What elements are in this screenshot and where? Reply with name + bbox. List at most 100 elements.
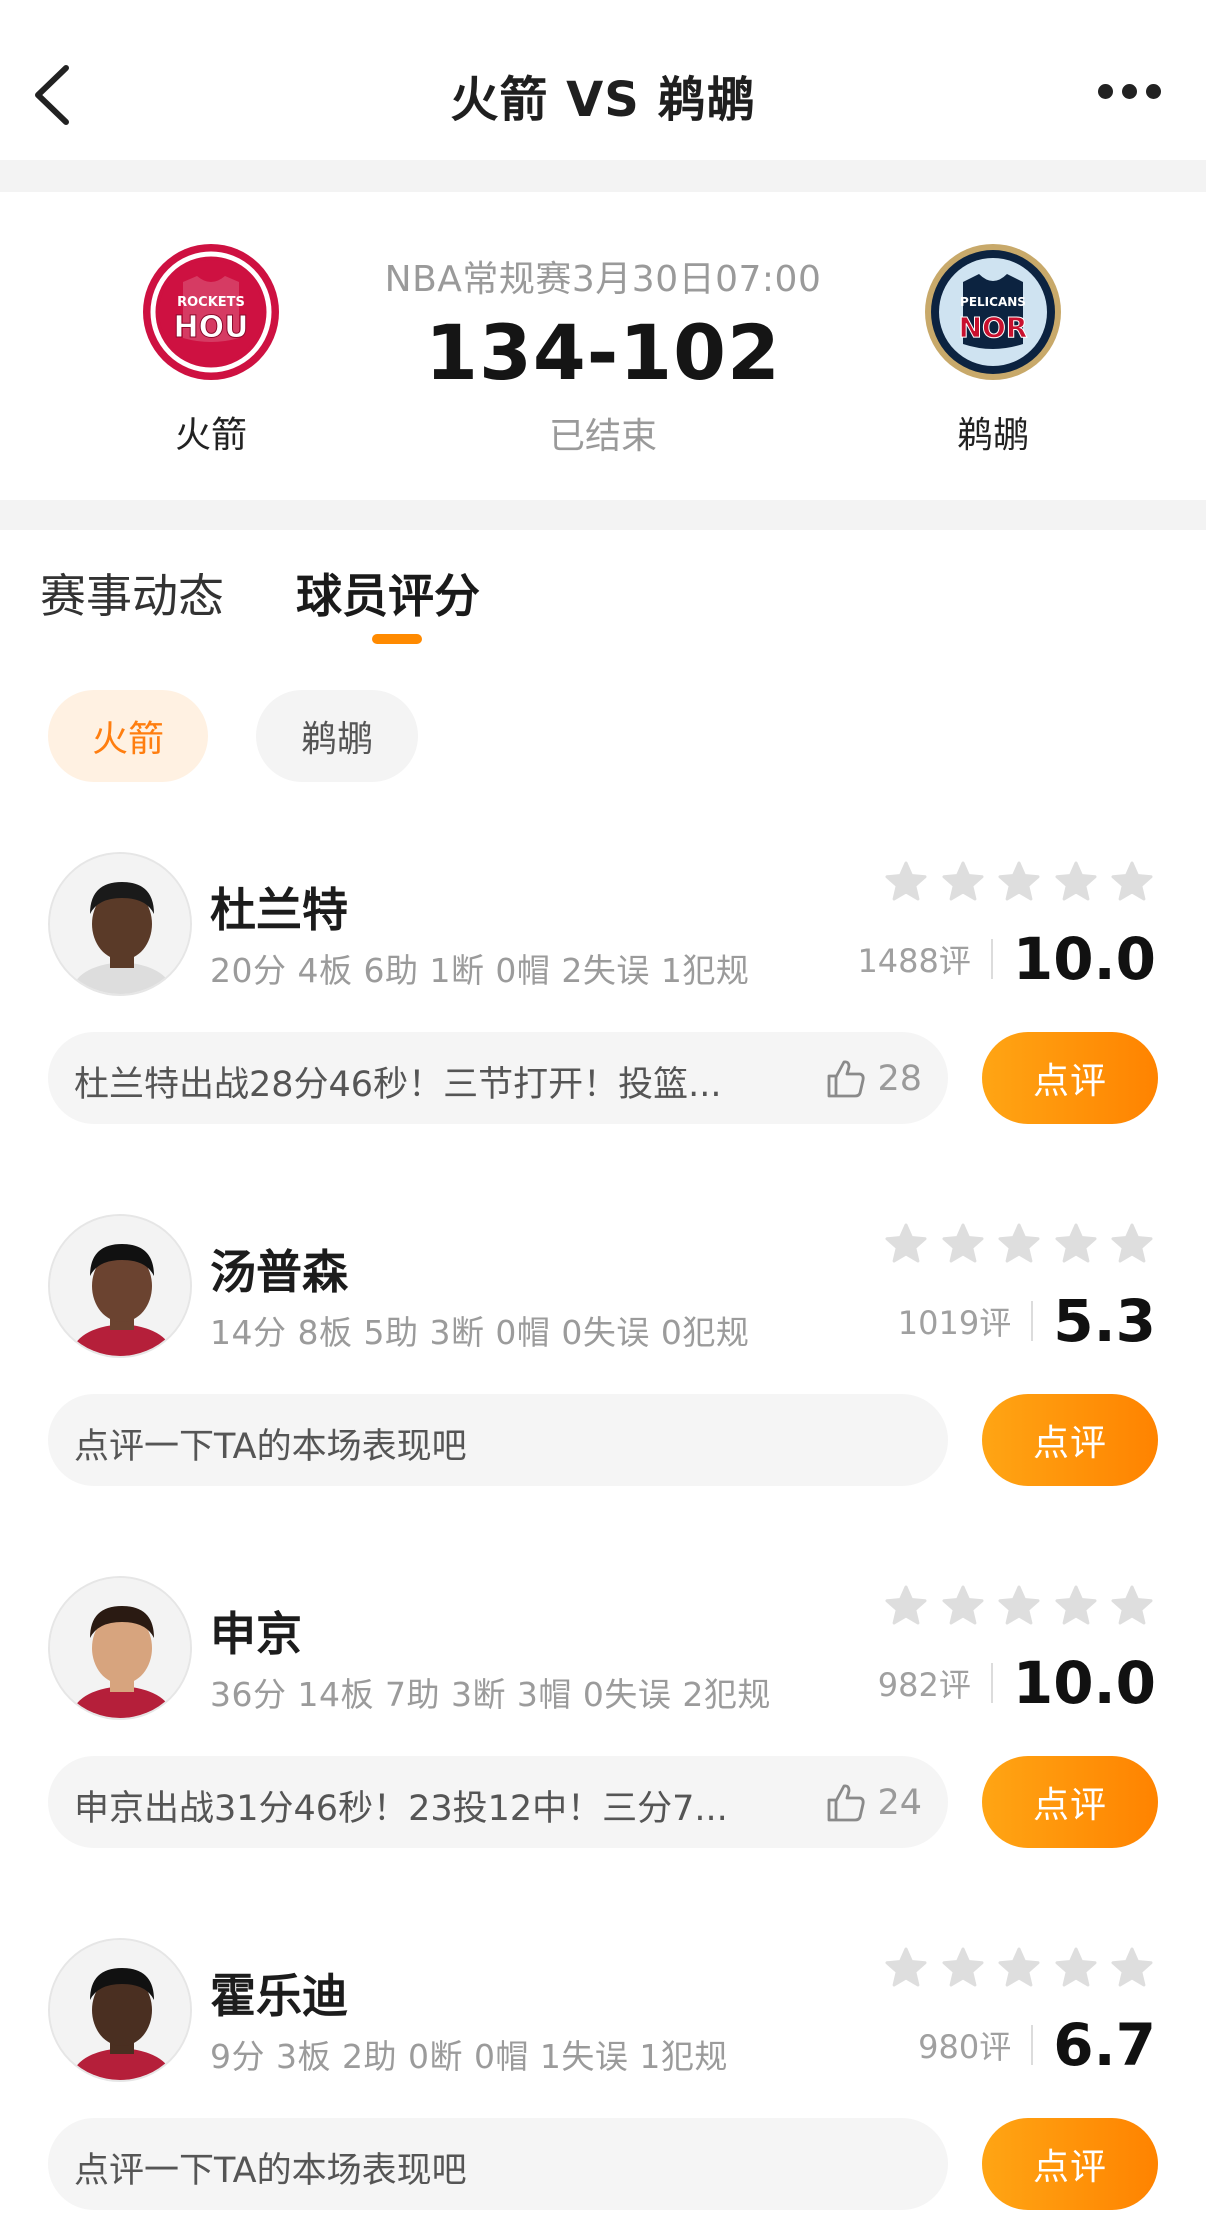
comment-text: 申京出战31分46秒！23投12中！三分7... xyxy=(74,1789,728,1829)
match-info: NBA常规赛3月30日07:00 134-102 已结束 xyxy=(350,250,856,459)
rating-score: 10.0 xyxy=(1012,925,1156,993)
player-name[interactable]: 霍乐迪 xyxy=(210,1960,348,2026)
star-icon[interactable] xyxy=(1110,1584,1154,1628)
comment-text: 杜兰特出战28分46秒！三节打开！投篮... xyxy=(74,1065,722,1105)
page-title: 火箭 VS 鹈鹕 xyxy=(450,72,756,128)
divider xyxy=(1031,1301,1034,1341)
away-team[interactable]: PELICANS NOR 鹈鹕 xyxy=(918,242,1068,458)
svg-text:NOR: NOR xyxy=(959,311,1028,344)
rating-score: 6.7 xyxy=(1053,2011,1156,2079)
match-status: 已结束 xyxy=(548,416,657,457)
player-card: 汤普森 14分 8板 5助 3断 0帽 0失误 0犯规 1019评 5.3 点评一下TA… xyxy=(0,1214,1206,1544)
tab-match-feed[interactable]: 赛事动态 xyxy=(40,560,224,626)
match-meta: NBA常规赛3月30日07:00 xyxy=(384,259,822,300)
active-tab-indicator xyxy=(372,634,422,644)
rating-count: 982评 xyxy=(877,1666,971,1704)
star-icon[interactable] xyxy=(997,860,1041,904)
player-stats: 14分 8板 5助 3断 0帽 0失误 0犯规 xyxy=(210,1313,750,1352)
star-icon[interactable] xyxy=(997,1584,1041,1628)
rating-summary: 980评 6.7 xyxy=(918,2010,1156,2080)
like-count: 28 xyxy=(877,1059,922,1099)
star-icon[interactable] xyxy=(997,1222,1041,1266)
star-icon[interactable] xyxy=(1054,860,1098,904)
player-avatar[interactable] xyxy=(48,1576,192,1720)
star-icon[interactable] xyxy=(997,1946,1041,1990)
star-icon[interactable] xyxy=(1054,1584,1098,1628)
filter-chip-pelicans[interactable]: 鹈鹕 xyxy=(256,690,418,782)
star-rating[interactable] xyxy=(884,1222,1154,1266)
player-stats: 9分 3板 2助 0断 0帽 1失误 1犯规 xyxy=(210,2037,728,2076)
player-name[interactable]: 汤普森 xyxy=(210,1236,348,1302)
divider xyxy=(990,1663,993,1703)
divider xyxy=(1031,2025,1034,2065)
tab-player-rating[interactable]: 球员评分 xyxy=(296,560,480,626)
star-rating[interactable] xyxy=(884,860,1154,904)
svg-text:ROCKETS: ROCKETS xyxy=(177,295,245,310)
player-card: 申京 36分 14板 7助 3断 3帽 0失误 2犯规 982评 10.0 申京出战31… xyxy=(0,1576,1206,1906)
more-dots-icon[interactable] xyxy=(1098,84,1162,102)
rating-count: 1019评 xyxy=(897,1304,1012,1342)
review-button[interactable]: 点评 xyxy=(982,1394,1158,1486)
player-avatar[interactable] xyxy=(48,852,192,996)
like-button[interactable]: 24 xyxy=(823,1780,922,1826)
rating-summary: 982评 10.0 xyxy=(878,1648,1156,1718)
like-button[interactable]: 28 xyxy=(823,1056,922,1102)
star-icon[interactable] xyxy=(941,1222,985,1266)
review-button[interactable]: 点评 xyxy=(982,2118,1158,2210)
top-comment[interactable]: 杜兰特出战28分46秒！三节打开！投篮... 28 xyxy=(48,1032,948,1124)
rating-score: 5.3 xyxy=(1053,1287,1156,1355)
rating-summary: 1488评 10.0 xyxy=(857,924,1156,994)
thumbs-up-icon xyxy=(828,1060,866,1098)
star-icon[interactable] xyxy=(941,1584,985,1628)
review-button[interactable]: 点评 xyxy=(982,1032,1158,1124)
player-card: 杜兰特 20分 4板 6助 1断 0帽 2失误 1犯规 1488评 10.0 杜兰特出战… xyxy=(0,852,1206,1182)
divider xyxy=(990,939,993,979)
top-comment[interactable]: 申京出战31分46秒！23投12中！三分7... 24 xyxy=(48,1756,948,1848)
pelicans-logo: PELICANS NOR xyxy=(925,244,1061,380)
star-icon[interactable] xyxy=(1110,1222,1154,1266)
rating-count: 1488评 xyxy=(857,942,971,980)
star-rating[interactable] xyxy=(884,1946,1154,1990)
home-team[interactable]: ROCKETS HOU 火箭 xyxy=(136,242,286,458)
comment-text: 点评一下TA的本场表现吧 xyxy=(74,2151,467,2191)
star-icon[interactable] xyxy=(1110,1946,1154,1990)
player-rating-page: 火箭 VS 鹈鹕 ROCKETS HOU 火箭 NBA常规赛3月30日07:00… xyxy=(0,0,1206,2216)
rating-score: 10.0 xyxy=(1012,1649,1156,1717)
top-nav-bar: 火箭 VS 鹈鹕 xyxy=(0,0,1206,160)
star-icon[interactable] xyxy=(884,1222,928,1266)
star-icon[interactable] xyxy=(1054,1222,1098,1266)
star-icon[interactable] xyxy=(1110,860,1154,904)
divider xyxy=(0,160,1206,192)
like-count: 24 xyxy=(877,1783,922,1823)
star-icon[interactable] xyxy=(884,1584,928,1628)
star-icon[interactable] xyxy=(941,860,985,904)
player-avatar[interactable] xyxy=(48,1938,192,2082)
away-team-name: 鹈鹕 xyxy=(956,415,1029,456)
rating-count: 980评 xyxy=(918,2028,1012,2066)
divider xyxy=(0,500,1206,530)
player-name[interactable]: 杜兰特 xyxy=(210,874,348,940)
match-score: 134-102 xyxy=(425,308,781,397)
player-stats: 20分 4板 6助 1断 0帽 2失误 1犯规 xyxy=(210,951,750,990)
filter-chip-rockets[interactable]: 火箭 xyxy=(48,690,208,782)
review-button[interactable]: 点评 xyxy=(982,1756,1158,1848)
tab-bar: 赛事动态 球员评分 xyxy=(0,530,1206,650)
star-rating[interactable] xyxy=(884,1584,1154,1628)
star-icon[interactable] xyxy=(884,860,928,904)
svg-text:HOU: HOU xyxy=(174,310,249,345)
player-stats: 36分 14板 7助 3断 3帽 0失误 2犯规 xyxy=(210,1675,771,1714)
star-icon[interactable] xyxy=(884,1946,928,1990)
rating-summary: 1019评 5.3 xyxy=(898,1286,1156,1356)
rockets-logo: ROCKETS HOU xyxy=(143,244,279,380)
star-icon[interactable] xyxy=(941,1946,985,1990)
match-header: ROCKETS HOU 火箭 NBA常规赛3月30日07:00 134-102 … xyxy=(0,192,1206,500)
comment-input-placeholder[interactable]: 点评一下TA的本场表现吧 xyxy=(48,1394,948,1486)
comment-input-placeholder[interactable]: 点评一下TA的本场表现吧 xyxy=(48,2118,948,2210)
thumbs-up-icon xyxy=(828,1784,866,1822)
player-card: 霍乐迪 9分 3板 2助 0断 0帽 1失误 1犯规 980评 6.7 点评一下TA的本… xyxy=(0,1938,1206,2216)
player-avatar[interactable] xyxy=(48,1214,192,1358)
comment-text: 点评一下TA的本场表现吧 xyxy=(74,1427,467,1467)
home-team-name: 火箭 xyxy=(174,415,247,456)
star-icon[interactable] xyxy=(1054,1946,1098,1990)
player-name[interactable]: 申京 xyxy=(210,1598,302,1664)
